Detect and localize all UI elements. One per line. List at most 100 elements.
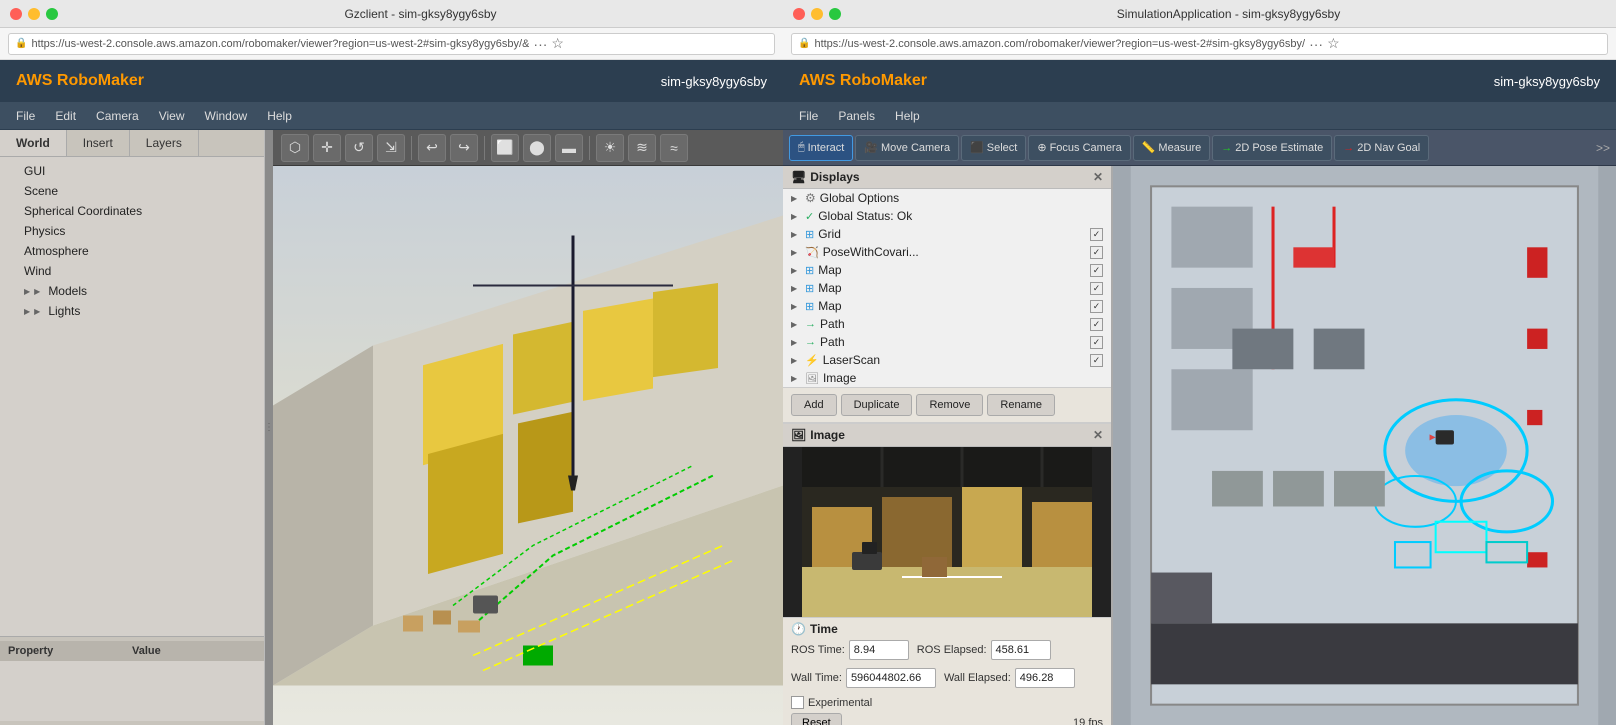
path-1-checkbox[interactable]: [1090, 318, 1103, 331]
pose-checkbox[interactable]: [1090, 246, 1103, 259]
display-item-path-2[interactable]: ▶ → Path: [783, 333, 1111, 351]
global-options-label: Global Options: [820, 191, 1103, 205]
remove-display-btn[interactable]: Remove: [916, 394, 983, 416]
translate-btn[interactable]: ✛: [313, 134, 341, 162]
right-address-input[interactable]: 🔒 https://us-west-2.console.aws.amazon.c…: [791, 33, 1608, 55]
menu-file[interactable]: File: [8, 106, 43, 126]
select-btn[interactable]: ⬛ Select: [961, 135, 1026, 161]
dark-left-mid: [1151, 573, 1212, 624]
left-address-input[interactable]: 🔒 https://us-west-2.console.aws.amazon.c…: [8, 33, 775, 55]
display-item-pose[interactable]: ▶ 🏹 PoseWithCovari...: [783, 243, 1111, 261]
menu-help[interactable]: Help: [259, 106, 300, 126]
displays-close-btn[interactable]: ✕: [1093, 170, 1103, 184]
right-bookmark-icon[interactable]: ☆: [1327, 35, 1340, 52]
display-item-image[interactable]: ▶ 🖼 Image: [783, 369, 1111, 387]
menu-view[interactable]: View: [151, 106, 193, 126]
move-camera-btn[interactable]: 🎥 Move Camera: [855, 135, 959, 161]
ros-elapsed-field: ROS Elapsed: 458.61: [917, 640, 1051, 660]
left-app-title: AWS RoboMaker: [16, 72, 144, 90]
duplicate-display-btn[interactable]: Duplicate: [841, 394, 913, 416]
scale-btn[interactable]: ⇲: [377, 134, 405, 162]
close-button[interactable]: [10, 8, 22, 20]
maximize-button[interactable]: [46, 8, 58, 20]
focus-camera-icon: ⊕: [1037, 141, 1046, 154]
display-item-map-1[interactable]: ▶ ⊞ Map: [783, 261, 1111, 279]
tree-item-lights[interactable]: ▶Lights: [0, 301, 264, 321]
red-mark-1: [1527, 247, 1547, 277]
shelf-map-3: [1334, 471, 1385, 507]
menu-window[interactable]: Window: [197, 106, 256, 126]
box-btn[interactable]: ⬜: [491, 134, 519, 162]
cam-box-2: [882, 497, 952, 567]
display-item-global-status[interactable]: ▶ ✓ Global Status: Ok: [783, 207, 1111, 225]
laserscan-checkbox[interactable]: [1090, 354, 1103, 367]
structure-4: [653, 283, 718, 377]
display-item-path-1[interactable]: ▶ → Path: [783, 315, 1111, 333]
tree-item-physics[interactable]: Physics: [0, 221, 264, 241]
measure-btn[interactable]: 📏 Measure: [1133, 135, 1211, 161]
ros-elapsed-label: ROS Elapsed:: [917, 644, 987, 656]
right-minimize-button[interactable]: [811, 8, 823, 20]
display-item-grid[interactable]: ▶ ⊞ Grid: [783, 225, 1111, 243]
left-window-title: Gzclient - sim-gksy8ygy6sby: [68, 7, 773, 21]
add-display-btn[interactable]: Add: [791, 394, 837, 416]
bookmark-icon[interactable]: ☆: [551, 35, 564, 52]
experimental-checkbox[interactable]: [791, 696, 804, 709]
tree-item-gui[interactable]: GUI: [0, 161, 264, 181]
rename-display-btn[interactable]: Rename: [987, 394, 1055, 416]
tree-item-atmosphere[interactable]: Atmosphere: [0, 241, 264, 261]
time-bottom: Reset 19 fps: [791, 713, 1103, 725]
reset-btn[interactable]: Reset: [791, 713, 842, 725]
right-maximize-button[interactable]: [829, 8, 841, 20]
tab-layers[interactable]: Layers: [130, 130, 199, 156]
viewport-3d-content[interactable]: [273, 166, 783, 725]
right-menu-help[interactable]: Help: [887, 106, 928, 126]
right-address-more-btn[interactable]: ···: [1309, 36, 1323, 52]
rotate-btn[interactable]: ↺: [345, 134, 373, 162]
right-menu-panels[interactable]: Panels: [830, 106, 883, 126]
sphere-btn[interactable]: ⬤: [523, 134, 551, 162]
display-item-map-3[interactable]: ▶ ⊞ Map: [783, 297, 1111, 315]
path-2-checkbox[interactable]: [1090, 336, 1103, 349]
address-more-btn[interactable]: ···: [533, 36, 547, 52]
sidebar-resize-handle[interactable]: ⋮: [265, 130, 273, 725]
tree-item-scene[interactable]: Scene: [0, 181, 264, 201]
tab-world[interactable]: World: [0, 130, 67, 156]
map-3-label: Map: [818, 299, 1086, 313]
nav-goal-btn[interactable]: → 2D Nav Goal: [1334, 135, 1429, 161]
redo-btn[interactable]: ↪: [450, 134, 478, 162]
right-close-button[interactable]: [793, 8, 805, 20]
left-app-bar: AWS RoboMaker sim-gksy8ygy6sby: [0, 60, 783, 102]
tree-item-wind[interactable]: Wind: [0, 261, 264, 281]
display-item-laserscan[interactable]: ▶ ⚡ LaserScan: [783, 351, 1111, 369]
pose-estimate-btn[interactable]: → 2D Pose Estimate: [1212, 135, 1332, 161]
map-icon-2: ⊞: [805, 282, 814, 295]
right-menu-file[interactable]: File: [791, 106, 826, 126]
experimental-check: Experimental: [791, 696, 872, 709]
menu-edit[interactable]: Edit: [47, 106, 84, 126]
image-panel-close-btn[interactable]: ✕: [1093, 428, 1103, 442]
light-btn[interactable]: ☀: [596, 134, 624, 162]
menu-camera[interactable]: Camera: [88, 106, 147, 126]
interact-icon: 🖱: [798, 141, 805, 154]
time-title: Time: [810, 622, 838, 636]
tree-item-models[interactable]: ▶Models: [0, 281, 264, 301]
grid-btn[interactable]: ≋: [628, 134, 656, 162]
display-item-map-2[interactable]: ▶ ⊞ Map: [783, 279, 1111, 297]
minimize-button[interactable]: [28, 8, 40, 20]
map-1-checkbox[interactable]: [1090, 264, 1103, 277]
tab-insert[interactable]: Insert: [67, 130, 130, 156]
cam-robot: [852, 552, 882, 570]
toolbar-more-btn[interactable]: >>: [1596, 141, 1610, 155]
more-btn[interactable]: ≈: [660, 134, 688, 162]
grid-checkbox[interactable]: [1090, 228, 1103, 241]
display-item-global-options[interactable]: ▶ ⚙ Global Options: [783, 189, 1111, 207]
cylinder-btn[interactable]: ▬: [555, 134, 583, 162]
tree-item-spherical[interactable]: Spherical Coordinates: [0, 201, 264, 221]
undo-btn[interactable]: ↩: [418, 134, 446, 162]
select-tool-btn[interactable]: ⬡: [281, 134, 309, 162]
interact-btn[interactable]: 🖱 Interact: [789, 135, 853, 161]
focus-camera-btn[interactable]: ⊕ Focus Camera: [1028, 135, 1130, 161]
map-3-checkbox[interactable]: [1090, 300, 1103, 313]
map-2-checkbox[interactable]: [1090, 282, 1103, 295]
